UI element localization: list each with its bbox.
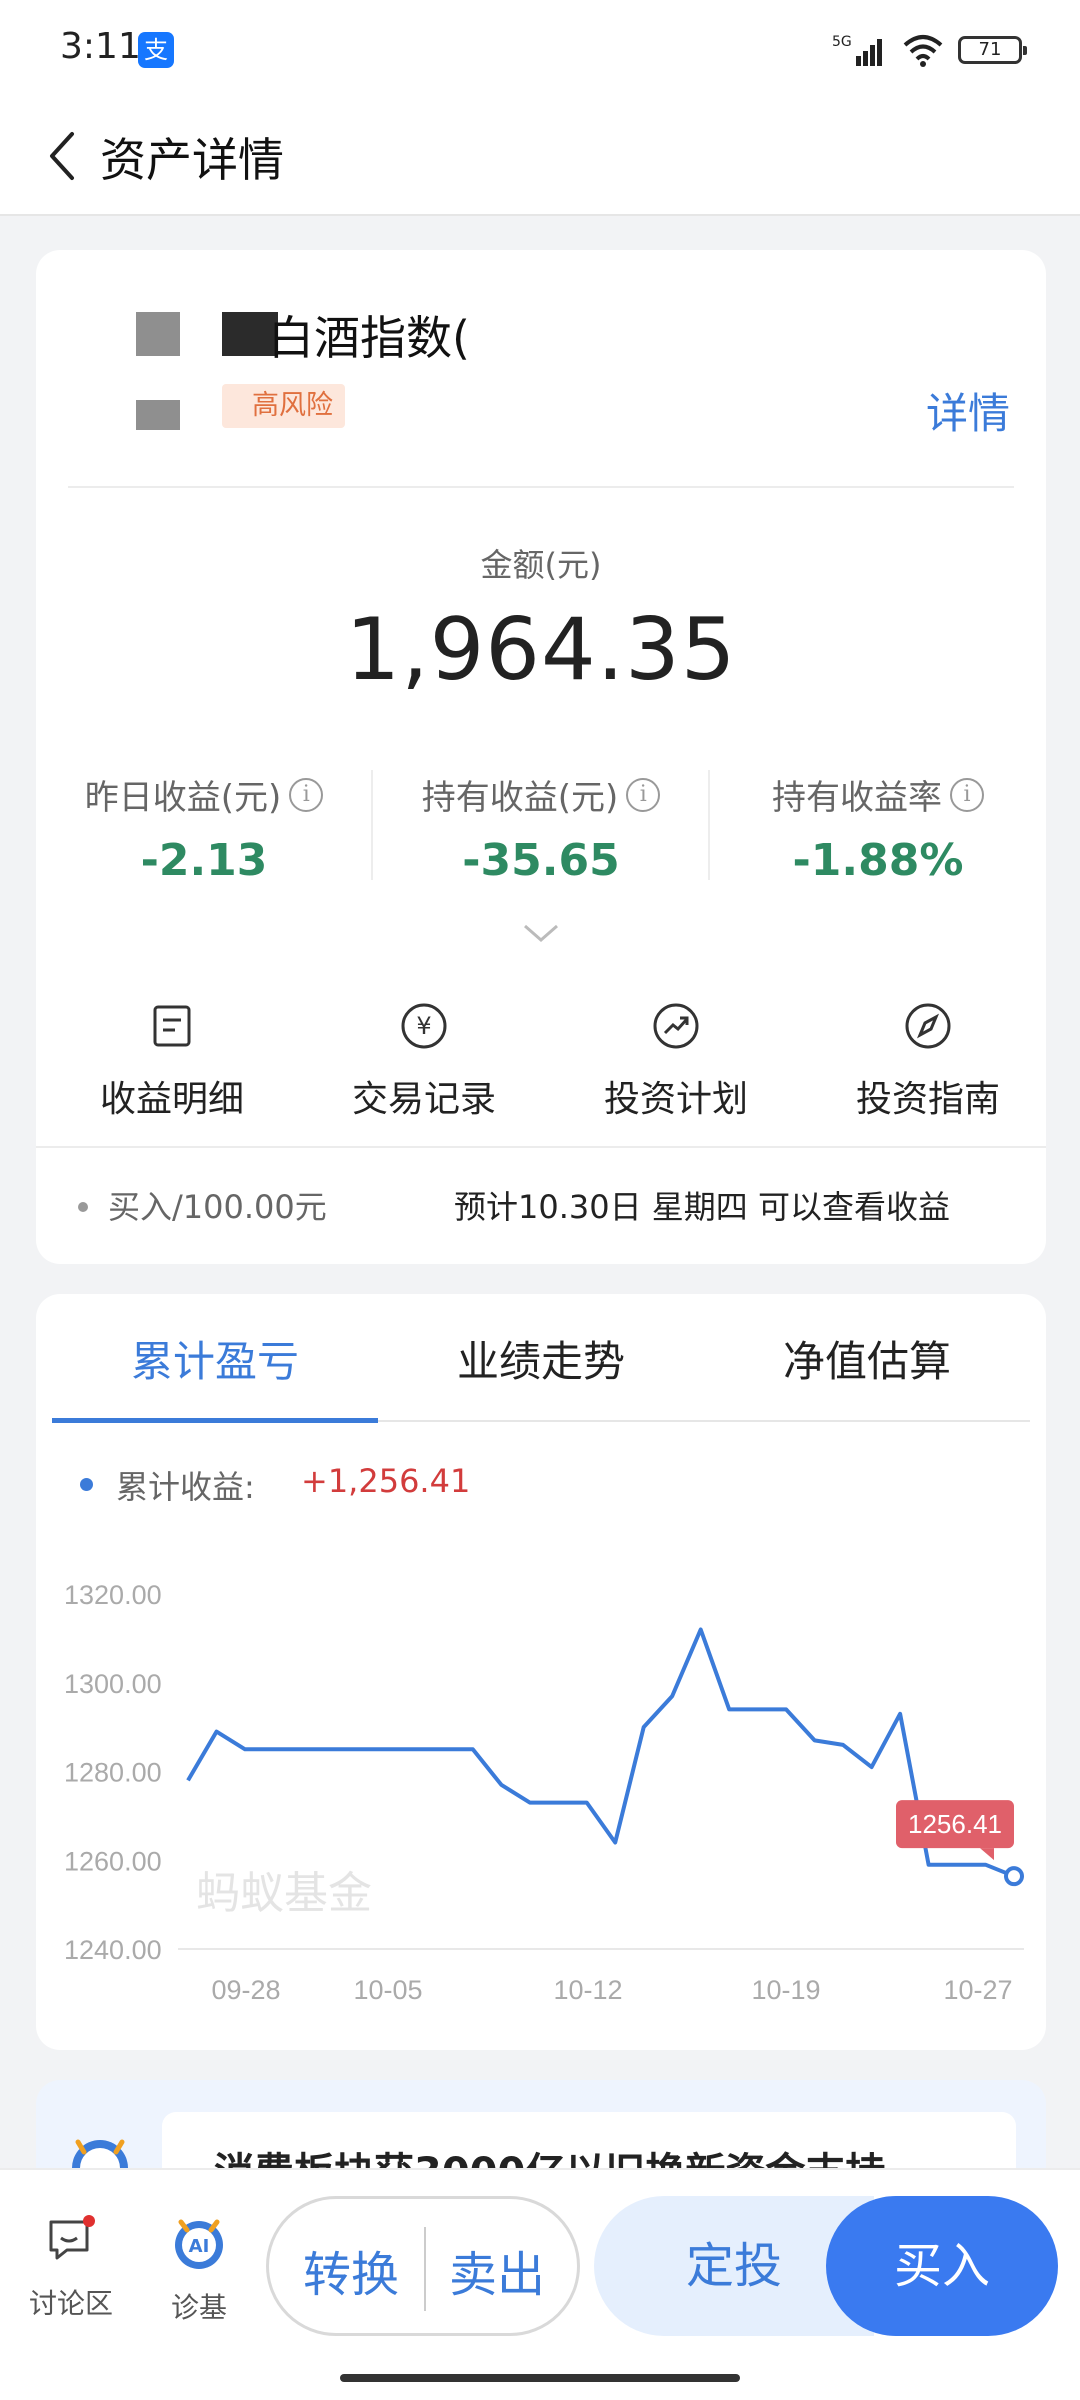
shortcut-income-detail[interactable]: 收益明细	[46, 998, 298, 1122]
x-tick-label: 10-05	[353, 1975, 422, 2005]
asset-card: 白酒指数( 高风险 详情 金额(元) 1,964.35 昨日收益(元) i -2…	[36, 250, 1046, 1264]
yen-circle-icon: ¥	[401, 1003, 447, 1049]
battery-icon: 71	[958, 36, 1027, 64]
stat-holding-profit: 持有收益(元) i -35.65	[373, 770, 709, 886]
diagnose-label: 诊基	[170, 2291, 227, 2324]
shortcut-label: 投资指南	[855, 1079, 1000, 1120]
end-point-marker	[1004, 1866, 1024, 1887]
info-icon[interactable]: i	[950, 777, 984, 812]
risk-badge: 高风险	[222, 384, 345, 428]
stat-value: -35.65	[462, 835, 620, 886]
alipay-icon: 支	[138, 32, 174, 68]
status-bar: 3:11 支 5G 71	[0, 0, 1080, 96]
bottom-action-bar: 讨论区 AI 诊基 转换 卖出 定投 买入	[0, 2168, 1080, 2400]
amount-value: 1,964.35	[345, 600, 737, 700]
stat-label: 持有收益(元)	[421, 778, 619, 818]
divider	[424, 2227, 426, 2311]
compass-icon	[905, 1003, 951, 1049]
shortcut-investment-guide[interactable]: 投资指南	[802, 998, 1054, 1122]
status-indicators: 5G 71	[832, 28, 1027, 72]
back-button[interactable]	[26, 120, 98, 192]
stat-holding-rate: 持有收益率 i -1.88%	[710, 770, 1046, 886]
x-tick-label: 10-27	[943, 1975, 1012, 2005]
y-tick-label: 1260.00	[64, 1846, 162, 1876]
ai-diagnose-icon: AI	[175, 2219, 223, 2269]
stat-value: -2.13	[140, 835, 268, 886]
cumulative-pnl-chart[interactable]: 1320.00 1300.00 1280.00 1260.00 1240.00 09-28…	[36, 1294, 1046, 2050]
series-line	[186, 1627, 1015, 1879]
diagnose-button[interactable]: AI 诊基	[144, 2212, 254, 2326]
y-tick-label: 1300.00	[64, 1669, 162, 1699]
chart-watermark: 蚂蚁基金	[196, 1868, 372, 1919]
y-tick-label: 1240.00	[64, 1935, 162, 1965]
divider	[36, 1146, 1046, 1148]
x-tick-label: 09-28	[211, 1975, 280, 2005]
shortcut-label: 收益明细	[99, 1079, 244, 1120]
sell-button[interactable]: 卖出	[449, 2235, 545, 2305]
wifi-icon	[903, 35, 943, 67]
y-tick-label: 1280.00	[64, 1758, 162, 1788]
x-tick-label: 10-19	[751, 1975, 820, 2005]
tooltip-pointer	[980, 1848, 994, 1861]
chat-bubble-icon	[49, 2215, 95, 2260]
chevron-down-icon	[524, 924, 558, 942]
chevron-left-icon	[50, 132, 74, 180]
shortcut-investment-plan[interactable]: 投资计划	[550, 998, 802, 1122]
expand-button[interactable]	[522, 922, 560, 948]
trend-up-circle-icon	[653, 1003, 699, 1049]
shortcut-label: 投资计划	[603, 1079, 748, 1120]
divider	[68, 486, 1014, 488]
info-icon[interactable]: i	[626, 777, 661, 812]
stat-yesterday: 昨日收益(元) i -2.13	[36, 770, 372, 886]
redacted-block	[136, 400, 180, 430]
stat-label: 持有收益率	[772, 778, 942, 818]
discuss-button[interactable]: 讨论区	[16, 2212, 126, 2322]
ai-badge-text: AI	[189, 2236, 210, 2257]
y-tick-label: 1320.00	[64, 1580, 162, 1610]
status-time: 3:11	[60, 26, 141, 67]
info-icon[interactable]: i	[289, 777, 324, 812]
chart-card: 累计盈亏 业绩走势 净值估算 累计收益: +1,256.41 1320.00 13…	[36, 1294, 1046, 2050]
page-title: 资产详情	[100, 133, 284, 187]
shortcut-trade-records[interactable]: ¥ 交易记录	[298, 998, 550, 1122]
stat-value: -1.88%	[792, 835, 964, 886]
x-tick-label: 10-12	[553, 1975, 622, 2005]
shortcut-label: 交易记录	[351, 1079, 496, 1120]
svg-text:¥: ¥	[416, 1012, 431, 1040]
home-indicator[interactable]	[340, 2374, 740, 2382]
stat-label: 昨日收益(元)	[84, 778, 282, 818]
page-header: 资产详情	[0, 96, 1080, 216]
convert-sell-group: 转换 卖出	[266, 2196, 580, 2336]
discuss-label: 讨论区	[28, 2287, 113, 2320]
expected-income-info: 预计10.30日 星期四 可以查看收益	[454, 1188, 950, 1226]
svg-text:5G: 5G	[832, 34, 852, 50]
fund-detail-link[interactable]: 详情	[926, 380, 1010, 441]
convert-button[interactable]: 转换	[303, 2235, 399, 2305]
buy-info: 买入/100.00元	[108, 1188, 327, 1226]
fund-name: 白酒指数(	[268, 311, 470, 365]
tooltip-value: 1256.41	[908, 1809, 1002, 1839]
amount-label: 金额(元)	[480, 546, 602, 584]
cellular-signal-icon: 5G	[832, 34, 882, 66]
bullet-dot	[78, 1202, 88, 1212]
redacted-block	[136, 312, 180, 356]
buy-button[interactable]: 买入	[826, 2196, 1058, 2336]
document-icon	[153, 1005, 191, 1047]
